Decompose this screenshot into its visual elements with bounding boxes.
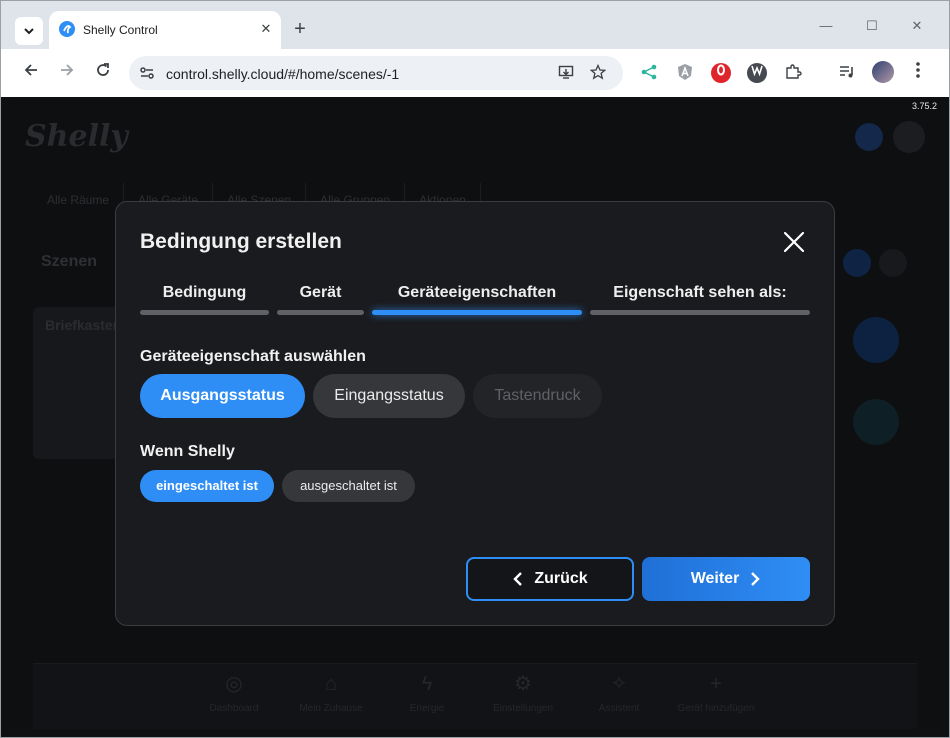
wordpress-extension-icon[interactable] <box>747 63 767 83</box>
nav-label: Assistent <box>598 703 640 714</box>
url-text: control.shelly.cloud/#/home/scenes/-1 <box>166 66 400 82</box>
browser-toolbar: control.shelly.cloud/#/home/scenes/-1 <box>1 49 949 97</box>
settings-icon: ⚙ <box>514 673 532 695</box>
reload-icon[interactable] <box>92 62 114 84</box>
stepper: Bedingung Gerät Geräteeigenschaften Eige… <box>140 282 812 318</box>
profile-avatar[interactable] <box>872 61 894 83</box>
tab-strip: Shelly Control ✕ + — ☐ ✕ <box>1 1 949 49</box>
nav-add-device: + Gerät hinzufügen <box>671 670 761 716</box>
tab-title: Shelly Control <box>83 23 158 37</box>
bookmark-star-icon[interactable] <box>589 63 607 82</box>
new-tab-button[interactable]: + <box>289 19 311 41</box>
nav-label: Energie <box>409 703 445 714</box>
step-view-property-as[interactable]: Eigenschaft sehen als: <box>590 282 810 318</box>
nav-energy: ϟ Energie <box>382 670 472 716</box>
nav-label: Dashboard <box>209 703 259 714</box>
address-bar[interactable]: control.shelly.cloud/#/home/scenes/-1 <box>129 56 623 90</box>
browser-menu-icon[interactable] <box>907 62 929 84</box>
bottom-navigation: ◎ Dashboard ⌂ Mein Zuhause ϟ Energie ⚙ E… <box>33 663 917 729</box>
adblock-extension-icon[interactable] <box>711 63 731 83</box>
tab-close-icon[interactable]: ✕ <box>257 20 275 38</box>
nav-assistant: ✧ Assistent <box>574 670 664 716</box>
shelly-favicon-icon <box>59 21 75 37</box>
chevron-right-icon <box>751 572 760 586</box>
install-app-icon[interactable] <box>557 64 575 82</box>
browser-window: Shelly Control ✕ + — ☐ ✕ control.shelly.… <box>0 0 950 738</box>
tab-search-button[interactable] <box>15 17 43 45</box>
option-switched-on[interactable]: eingeschaltet ist <box>140 470 274 502</box>
energy-icon: ϟ <box>421 673 433 695</box>
sparkle-icon: ✧ <box>610 673 628 695</box>
maximize-button[interactable]: ☐ <box>864 19 880 35</box>
step-device-properties[interactable]: Geräteeigenschaften <box>372 282 582 318</box>
notification-icon <box>855 123 883 151</box>
option-input-status[interactable]: Eingangsstatus <box>313 374 465 418</box>
site-info-icon[interactable] <box>139 65 155 81</box>
minimize-button[interactable]: — <box>818 19 834 35</box>
extensions-puzzle-icon[interactable] <box>783 63 803 83</box>
bg-tab: Alle Räume <box>33 183 125 217</box>
dialog-title: Bedingung erstellen <box>140 230 342 253</box>
chevron-left-icon <box>513 572 523 586</box>
power-icon <box>853 317 899 363</box>
back-button[interactable]: Zurück <box>466 557 634 601</box>
nav-label: Gerät hinzufügen <box>677 703 755 714</box>
close-icon[interactable] <box>782 230 806 254</box>
step-progress-bar <box>372 310 582 315</box>
nav-label: Einstellungen <box>492 703 554 714</box>
option-button-press: Tastendruck <box>473 374 602 418</box>
next-button-label: Weiter <box>690 570 740 587</box>
step-label: Eigenschaft sehen als: <box>613 284 787 301</box>
forward-arrow-icon[interactable] <box>56 62 78 84</box>
angular-extension-icon[interactable] <box>675 63 695 83</box>
close-window-button[interactable]: ✕ <box>909 19 925 35</box>
app-version: 3.75.2 <box>911 101 937 111</box>
step-device[interactable]: Gerät <box>277 282 364 318</box>
back-arrow-icon[interactable] <box>20 62 42 84</box>
option-output-status[interactable]: Ausgangsstatus <box>140 374 305 418</box>
nav-label: Mein Zuhause <box>299 703 363 714</box>
step-progress-bar <box>140 310 269 315</box>
media-control-icon[interactable] <box>837 63 857 83</box>
condition-section-label: Wenn Shelly <box>140 443 235 460</box>
home-icon: ⌂ <box>324 673 338 695</box>
background-section-title: Szenen <box>41 253 98 270</box>
play-icon <box>853 399 899 445</box>
next-button[interactable]: Weiter <box>642 557 810 601</box>
step-label: Bedingung <box>162 284 247 301</box>
add-device-icon: + <box>710 673 722 695</box>
share-extension-icon[interactable] <box>639 63 659 83</box>
nav-settings: ⚙ Einstellungen <box>478 670 568 716</box>
create-condition-dialog: Bedingung erstellen Bedingung Gerät Gerä… <box>115 201 835 626</box>
account-icon <box>893 121 925 153</box>
chevron-down-icon <box>24 28 34 35</box>
browser-tab[interactable]: Shelly Control ✕ <box>49 11 281 49</box>
shelly-logo: Shelly <box>25 119 128 154</box>
step-progress-bar <box>590 310 810 315</box>
step-condition[interactable]: Bedingung <box>140 282 269 318</box>
nav-home: ⌂ Mein Zuhause <box>286 670 376 716</box>
nav-dashboard: ◎ Dashboard <box>189 670 279 716</box>
add-icon <box>879 249 907 277</box>
scene-card-title: Briefkasten <box>45 317 122 333</box>
property-section-label: Geräteeigenschaft auswählen <box>140 348 366 365</box>
option-switched-off[interactable]: ausgeschaltet ist <box>282 470 415 502</box>
edit-icon <box>843 249 871 277</box>
back-button-label: Zurück <box>534 570 588 587</box>
step-label: Gerät <box>299 284 342 301</box>
step-label: Geräteeigenschaften <box>397 284 557 301</box>
dashboard-icon: ◎ <box>225 673 243 695</box>
step-progress-bar <box>277 310 364 315</box>
